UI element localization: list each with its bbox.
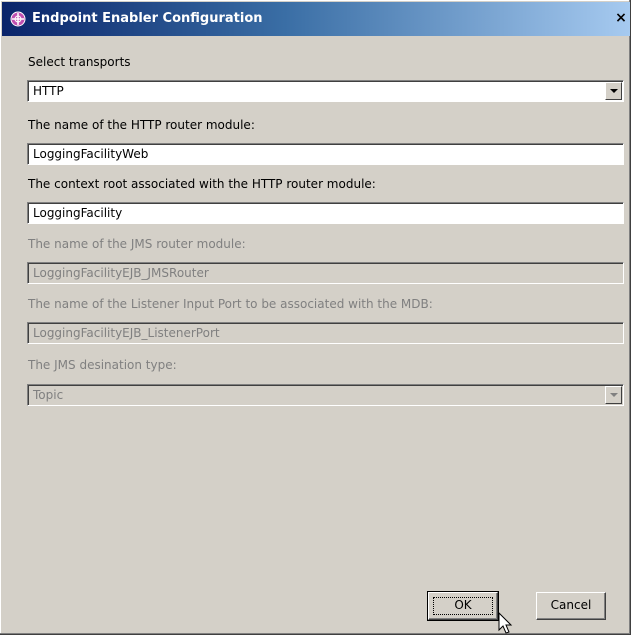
http-router-input-value: LoggingFacilityWeb	[33, 147, 149, 161]
jms-router-input: LoggingFacilityEJB_JMSRouter	[27, 262, 624, 284]
mouse-pointer-icon	[498, 612, 513, 634]
dialog-window: Endpoint Enabler Configuration × Select …	[0, 0, 631, 635]
context-root-input[interactable]: LoggingFacility	[27, 202, 624, 224]
close-button[interactable]: ×	[612, 9, 630, 27]
jms-dest-select-value: Topic	[33, 388, 64, 402]
http-router-label: The name of the HTTP router module:	[28, 118, 255, 132]
chevron-down-icon	[605, 386, 622, 404]
cancel-button-label: Cancel	[550, 598, 592, 612]
jms-router-label: The name of the JMS router module:	[28, 237, 246, 251]
listener-port-input: LoggingFacilityEJB_ListenerPort	[27, 322, 624, 344]
jms-dest-select: Topic	[27, 384, 624, 406]
transports-select[interactable]: HTTP	[27, 80, 624, 102]
jms-dest-label: The JMS desination type:	[28, 358, 177, 372]
cancel-button[interactable]: Cancel	[536, 592, 606, 620]
app-globe-icon	[10, 11, 26, 27]
close-icon: ×	[615, 10, 627, 26]
chevron-down-icon[interactable]	[605, 82, 622, 100]
jms-router-input-value: LoggingFacilityEJB_JMSRouter	[33, 266, 209, 280]
http-router-input[interactable]: LoggingFacilityWeb	[27, 143, 624, 165]
context-root-input-value: LoggingFacility	[33, 206, 123, 220]
context-root-label: The context root associated with the HTT…	[28, 177, 376, 191]
transports-label: Select transports	[28, 55, 131, 69]
focus-rect	[433, 597, 493, 615]
listener-port-label: The name of the Listener Input Port to b…	[28, 297, 433, 311]
window-title: Endpoint Enabler Configuration	[32, 11, 263, 26]
transports-select-value: HTTP	[33, 84, 64, 98]
title-bar[interactable]: Endpoint Enabler Configuration ×	[2, 2, 630, 36]
ok-button[interactable]: OK	[427, 591, 499, 621]
listener-port-input-value: LoggingFacilityEJB_ListenerPort	[33, 326, 220, 340]
